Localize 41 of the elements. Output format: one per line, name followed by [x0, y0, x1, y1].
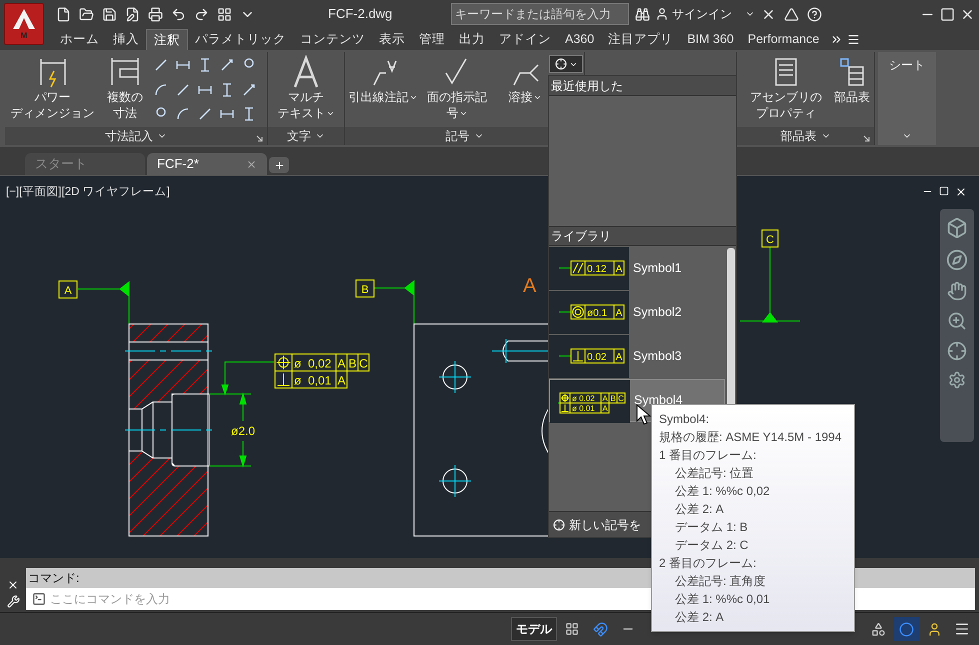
datum-reference: C: [359, 356, 368, 370]
datum-reference: A: [338, 356, 346, 370]
panel-title: 部品表: [780, 128, 816, 145]
datum-label: B: [361, 284, 369, 296]
tolerance-value: ø 0.01: [572, 404, 595, 413]
tooltip-line: 公差 1: %%c 0,02: [674, 483, 771, 500]
tooltip-line: 規格の履歴: ASME Y14.5M - 1994: [659, 429, 843, 446]
datum-label: C: [766, 234, 774, 246]
tolerance-value: 0.12: [587, 264, 606, 275]
datum-reference: B: [348, 356, 356, 370]
section-label: A: [523, 275, 536, 297]
datum-label: A: [64, 285, 72, 297]
datum-reference: A: [602, 404, 608, 413]
tooltip-line: 公差 2: A: [674, 609, 725, 626]
datum-reference: C: [618, 394, 624, 403]
tolerance-value: ø 0,02: [294, 356, 332, 370]
tooltip-line: 1 番目のフレーム:: [659, 447, 758, 464]
window-title: FCF-2.dwg: [328, 5, 394, 24]
app-badge-label: M: [20, 31, 28, 41]
tolerance-value: ø0.1: [587, 308, 608, 319]
section-title: 最近使用した: [551, 78, 623, 94]
tooltip-line: 2 番目のフレーム:: [659, 555, 758, 572]
panel-title: 寸法記入: [105, 128, 153, 145]
tooltip-line: 公差 1: %%c 0,01: [674, 591, 771, 608]
datum-reference: A: [616, 352, 622, 363]
datum-reference: A: [602, 394, 608, 403]
panel-title: 文字: [287, 128, 311, 145]
tooltip-line: データム 2: C: [674, 537, 750, 554]
tooltip-line: 公差記号: 位置: [674, 465, 755, 482]
datum-reference: A: [616, 264, 622, 275]
tolerance-value: ø 0.02: [572, 394, 595, 403]
command-prompt: コマンド:: [28, 570, 80, 587]
tolerance-value: ø 0,01: [294, 373, 332, 388]
tooltip-line: 公差記号: 直角度: [674, 573, 767, 590]
tolerance-value: 0.02: [587, 352, 606, 363]
datum-reference: B: [610, 394, 616, 403]
dimension-text: ø2.0: [231, 424, 255, 438]
datum-reference: A: [338, 373, 346, 388]
datum-reference: A: [616, 308, 622, 319]
panel-title: 記号: [446, 128, 470, 145]
section-title: ライブラリ: [551, 228, 611, 245]
